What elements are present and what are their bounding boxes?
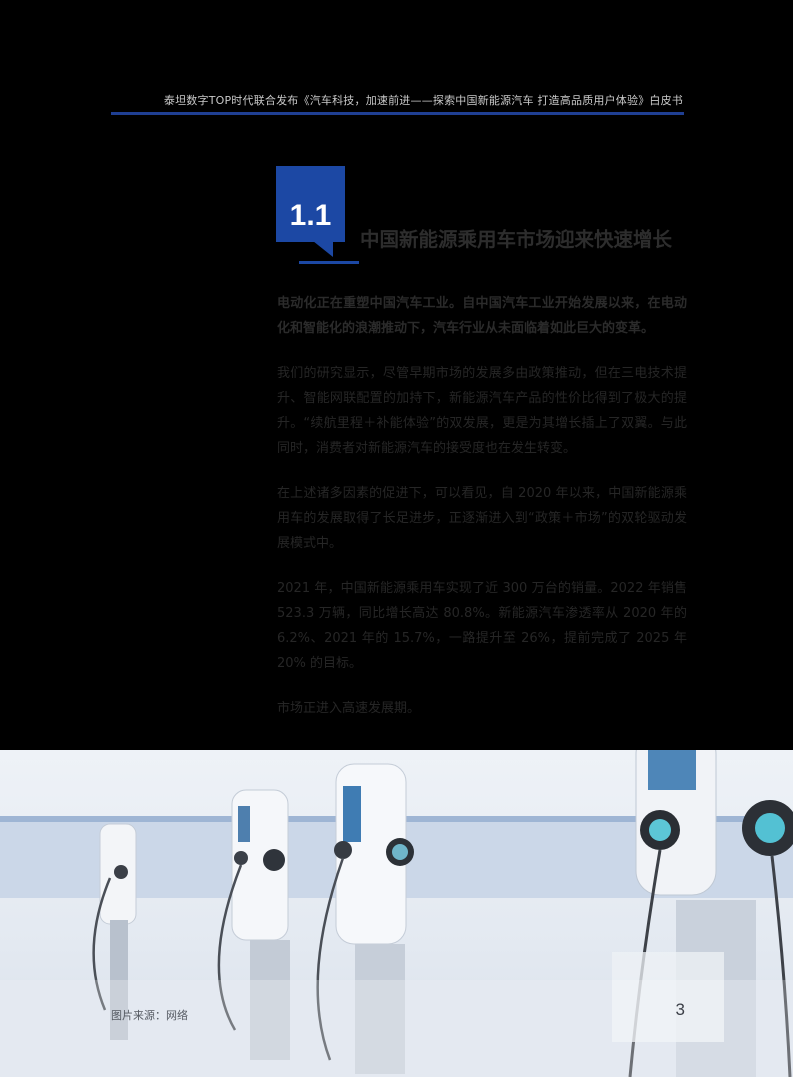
section-number: 1.1 [289, 199, 332, 232]
header-divider [111, 112, 684, 115]
page-number: 3 [675, 1000, 685, 1019]
paragraph: 2021 年，中国新能源乘用车实现了近 300 万台的销量。2022 年销售 5… [277, 581, 687, 671]
section-underline [299, 261, 359, 264]
paragraph: 电动化正在重塑中国汽车工业。自中国汽车工业开始发展以来，在电动化和智能化的浪潮推… [277, 296, 687, 336]
section-title: 中国新能源乘用车市场迎来快速增长 [360, 228, 673, 251]
charging-station-illustration [0, 750, 793, 1077]
floor-fade [0, 980, 793, 1077]
paragraph: 市场正进入高速发展期。 [277, 701, 421, 716]
header-title: 泰坦数字TOP时代联合发布《汽车科技，加速前进——探索中国新能源汽车 打造高品质… [163, 94, 683, 107]
body-text: 电动化正在重塑中国汽车工业。自中国汽车工业开始发展以来，在电动化和智能化的浪潮推… [277, 291, 687, 741]
charging-station-photo [0, 750, 793, 1077]
paragraph: 在上述诸多因素的促进下，可以看见，自 2020 年以来，中国新能源乘用车的发展取… [277, 486, 687, 551]
image-source-caption: 图片来源：网络 [111, 1009, 188, 1022]
section-badge-tail [313, 241, 333, 257]
paragraph: 我们的研究显示，尽管早期市场的发展多由政策推动，但在三电技术提升、智能网联配置的… [277, 366, 687, 456]
